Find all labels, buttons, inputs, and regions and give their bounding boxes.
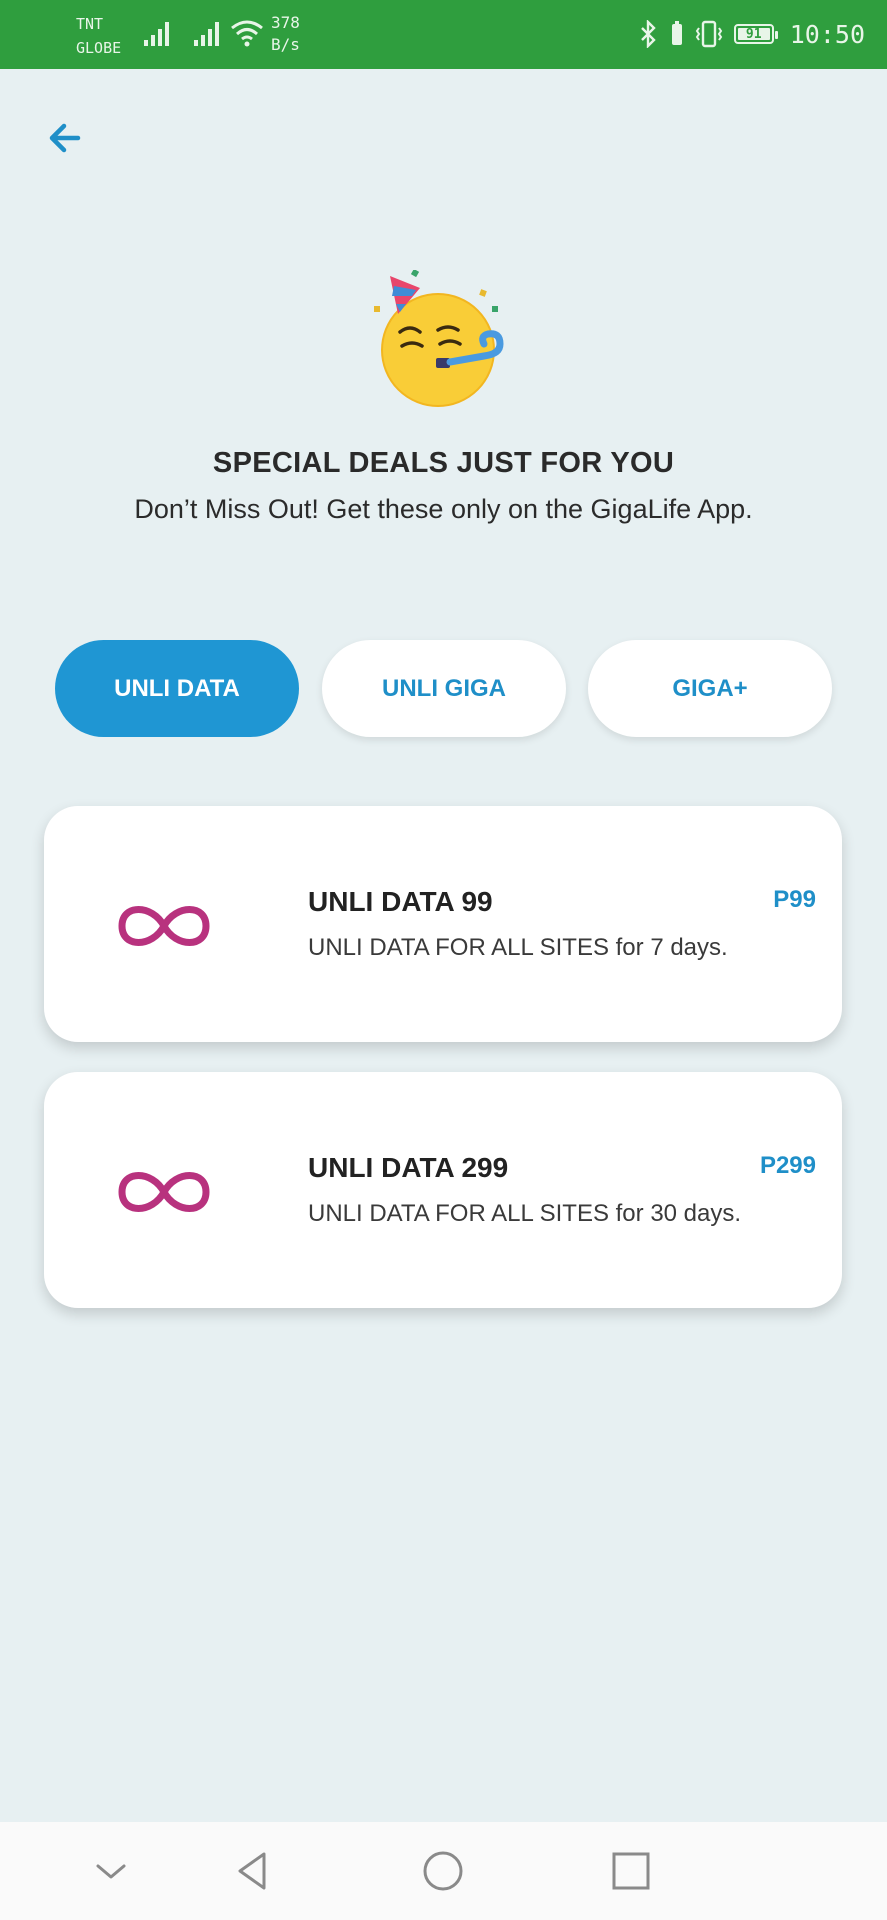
system-nav-bar (0, 1822, 887, 1920)
network-speed: 378 B/s (271, 12, 300, 56)
signal-icon (144, 22, 169, 46)
clock: 10:50 (789, 19, 865, 49)
tab-giga-plus[interactable]: GIGA+ (588, 640, 832, 737)
battery-saver-icon (671, 21, 682, 45)
wifi-icon (231, 20, 263, 47)
deal-card[interactable]: UNLI DATA 99 UNLI DATA FOR ALL SITES for… (44, 806, 842, 1042)
deal-name: UNLI DATA 299 (308, 1152, 509, 1183)
recents-square-icon[interactable] (606, 1846, 656, 1896)
status-right: 91 10:50 (638, 18, 865, 50)
carrier-top: TNT (76, 15, 104, 33)
carrier-bottom: GLOBE (76, 39, 122, 57)
back-arrow-icon[interactable] (44, 118, 94, 158)
deal-price: P299 (759, 1152, 816, 1179)
page-subtitle: Don’t Miss Out! Get these only on the Gi… (134, 494, 753, 524)
back-triangle-icon[interactable] (228, 1846, 278, 1896)
infinity-icon (118, 906, 210, 946)
status-bar: TNT GLOBE 378 B/s 91 10:50 (0, 0, 887, 69)
speed-value: 378 (271, 13, 300, 32)
chevron-down-icon[interactable] (86, 1846, 136, 1896)
deal-name: UNLI DATA 99 (308, 886, 493, 917)
speed-unit: B/s (271, 35, 300, 54)
vibrate-icon (695, 20, 722, 48)
deal-description: UNLI DATA FOR ALL SITES for 7 days. (308, 934, 728, 961)
bluetooth-icon (640, 20, 656, 48)
battery-icon: 91 (733, 24, 778, 44)
home-circle-icon[interactable] (418, 1846, 468, 1896)
tab-unli-giga[interactable]: UNLI GIGA (322, 640, 566, 737)
carrier-info: TNT GLOBE (76, 12, 121, 60)
infinity-icon (118, 1172, 210, 1212)
deal-card[interactable]: UNLI DATA 299 UNLI DATA FOR ALL SITES fo… (44, 1072, 842, 1308)
page-title: SPECIAL DEALS JUST FOR YOU (212, 447, 675, 479)
party-face-icon (374, 270, 504, 407)
signal-icon (194, 22, 219, 46)
battery-level: 91 (745, 26, 762, 42)
deal-description: UNLI DATA FOR ALL SITES for 30 days. (308, 1200, 742, 1227)
tab-unli-data[interactable]: UNLI DATA (55, 640, 299, 737)
deal-price: P99 (773, 886, 816, 913)
